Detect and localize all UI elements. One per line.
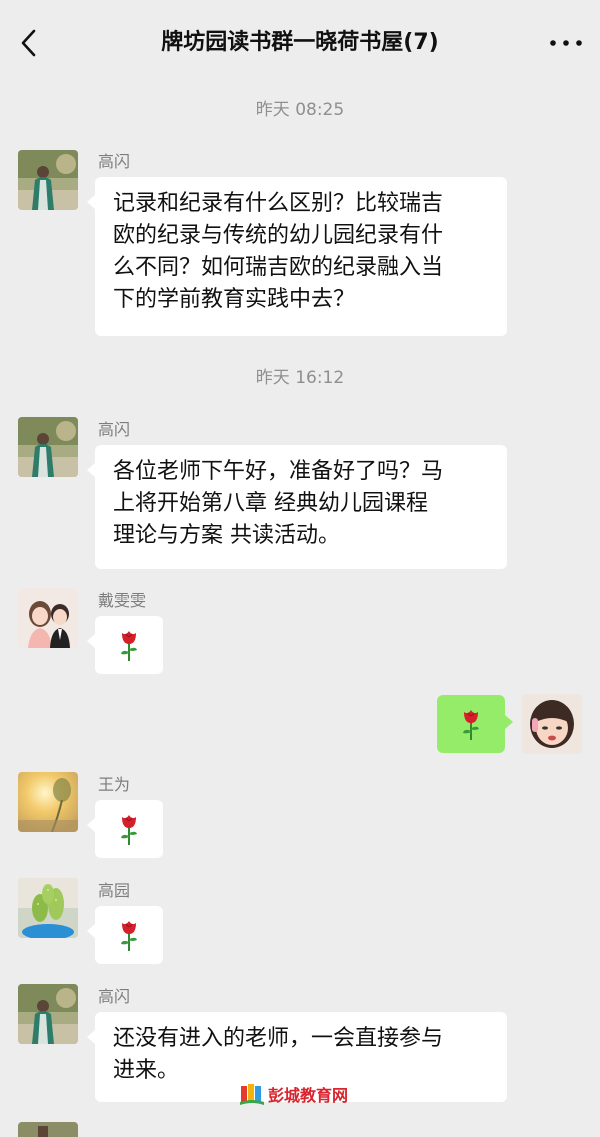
more-button[interactable] — [546, 26, 586, 60]
avatar[interactable] — [18, 417, 78, 477]
avatar[interactable] — [18, 772, 78, 832]
message-line: 还没有进入的老师，一会直接参与 — [113, 1026, 444, 1051]
avatar-image — [18, 878, 78, 938]
sender-name: 高园 — [98, 881, 131, 900]
more-dots-icon — [550, 40, 582, 46]
watermark: 彭城教育网 — [238, 1078, 378, 1110]
bubble-tail — [87, 463, 95, 477]
avatar[interactable] — [18, 150, 78, 210]
book-logo-icon — [240, 1084, 264, 1105]
chevron-left-icon — [21, 29, 36, 57]
self-avatar[interactable] — [522, 694, 582, 754]
bubble-tail — [87, 634, 95, 648]
sender-name: 高闪 — [98, 987, 131, 1006]
avatar-partial[interactable] — [18, 1122, 78, 1137]
avatar[interactable] — [18, 878, 78, 938]
bubble-tail — [505, 715, 513, 729]
avatar-image — [18, 984, 78, 1044]
emoji-bubble-self[interactable] — [437, 695, 505, 753]
avatar-image — [18, 772, 78, 832]
avatar-image — [18, 1122, 78, 1137]
message-line: 记录和纪录有什么区别？比较瑞吉 — [113, 191, 444, 216]
bubble-tail — [87, 818, 95, 832]
rose-icon — [121, 631, 137, 661]
rose-icon — [463, 710, 479, 740]
message-bubble[interactable]: 各位老师下午好，准备好了吗？马 上将开始第八章 经典幼儿园课程 理论与方案 共读… — [95, 445, 507, 569]
avatar-image — [18, 150, 78, 210]
message-line: 上将开始第八章 经典幼儿园课程 — [113, 491, 428, 516]
avatar-image — [18, 417, 78, 477]
avatar-image — [522, 694, 582, 754]
chat-screen: 牌坊园读书群一晓荷书屋(7) 昨天 08:25 高闪 记录和纪录有什么区别？比较… — [0, 0, 600, 1137]
message-line: 欧的纪录与传统的幼儿园纪录有什 — [113, 223, 444, 248]
bubble-tail — [87, 195, 95, 209]
bubble-tail — [87, 924, 95, 938]
timestamp: 昨天 08:25 — [255, 100, 345, 120]
timestamp: 昨天 16:12 — [255, 368, 345, 388]
message-bubble[interactable]: 记录和纪录有什么区别？比较瑞吉 欧的纪录与传统的幼儿园纪录有什 么不同？如何瑞吉… — [95, 177, 507, 336]
sender-name: 王为 — [98, 775, 131, 794]
sender-name: 高闪 — [98, 420, 131, 439]
avatar-image — [18, 588, 78, 648]
message-line: 各位老师下午好，准备好了吗？马 — [113, 459, 444, 484]
sender-name: 高闪 — [98, 152, 131, 171]
emoji-bubble[interactable] — [95, 800, 163, 858]
chat-header: 牌坊园读书群一晓荷书屋(7) — [0, 0, 600, 86]
emoji-bubble[interactable] — [95, 906, 163, 964]
message-line: 么不同？如何瑞吉欧的纪录融入当 — [113, 255, 444, 280]
sender-name: 戴雯雯 — [98, 591, 147, 610]
avatar[interactable] — [18, 588, 78, 648]
rose-icon — [121, 921, 137, 951]
message-line: 下的学前教育实践中去？ — [113, 287, 356, 312]
rose-icon — [121, 815, 137, 845]
watermark-text: 彭城教育网 — [268, 1086, 349, 1105]
emoji-bubble[interactable] — [95, 616, 163, 674]
avatar[interactable] — [18, 984, 78, 1044]
bubble-tail — [87, 1030, 95, 1044]
chat-title: 牌坊园读书群一晓荷书屋(7) — [161, 30, 439, 55]
message-line: 理论与方案 共读活动。 — [113, 523, 340, 548]
back-button[interactable] — [14, 26, 46, 60]
